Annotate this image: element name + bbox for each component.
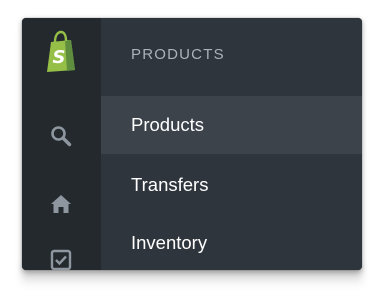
nav-item-transfers[interactable]: Transfers	[101, 156, 362, 214]
products-nav-panel: PRODUCTS Products Transfers Inventory	[101, 18, 362, 270]
frame-shadow	[22, 268, 362, 286]
nav-item-label: Transfers	[131, 174, 209, 195]
search-icon[interactable]	[49, 124, 73, 148]
icon-rail: S	[22, 18, 101, 270]
nav-item-label: Inventory	[131, 232, 208, 253]
home-icon[interactable]	[49, 192, 73, 216]
nav-item-products[interactable]: Products	[101, 96, 362, 154]
admin-sidebar: S PRODUCTS Products Transfers Inventory	[22, 18, 362, 270]
orders-check-icon[interactable]	[49, 248, 73, 270]
screenshot-canvas: S PRODUCTS Products Transfers Inventory	[0, 0, 374, 300]
svg-text:S: S	[53, 47, 66, 68]
nav-item-label: Products	[131, 114, 205, 135]
section-title: PRODUCTS	[131, 46, 225, 63]
nav-item-inventory[interactable]: Inventory	[101, 214, 362, 270]
shopify-logo[interactable]: S	[41, 30, 81, 74]
